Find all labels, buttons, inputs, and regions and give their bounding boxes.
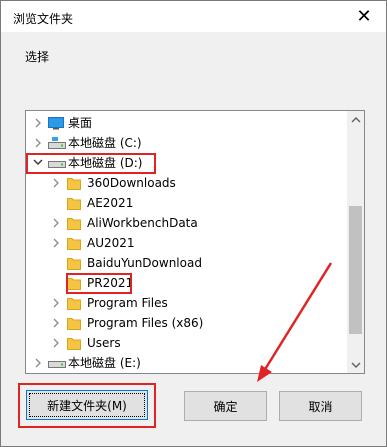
chevron-right-icon[interactable] (51, 217, 61, 229)
annotation-highlight-pr2021 (66, 273, 132, 294)
folder-tree[interactable]: 桌面 本地磁盘 (C:) 本地磁盘 (D:) 360Downloads AE20… (25, 110, 365, 374)
annotation-highlight-drive-d (26, 153, 156, 174)
tree-item-label: Program Files (x86) (87, 316, 204, 330)
tree-item-label: BaiduYunDownload (87, 256, 202, 270)
tree-item-label: 360Downloads (87, 176, 176, 190)
scrollbar-thumb[interactable] (349, 206, 362, 334)
browse-folder-dialog: 浏览文件夹 ✕ 选择 桌面 本地磁盘 (C:) 本地磁盘 (D:) 360Dow… (0, 0, 387, 447)
chevron-right-icon[interactable] (33, 117, 43, 129)
chevron-right-icon[interactable] (51, 337, 61, 349)
chevron-right-icon[interactable] (33, 137, 43, 149)
drive-icon (48, 356, 66, 373)
chevron-right-icon[interactable] (51, 297, 61, 309)
tree-item-label: Users (87, 336, 121, 350)
chevron-right-icon[interactable] (51, 317, 61, 329)
tree-item-label: Program Files (87, 296, 168, 310)
ok-label: 确定 (213, 399, 238, 414)
ok-button[interactable]: 确定 (184, 391, 267, 421)
tree-item-folder[interactable]: AliWorkbenchData (26, 213, 346, 233)
tree-item-drive-e[interactable]: 本地磁盘 (E:) (26, 353, 346, 373)
chevron-right-icon[interactable] (51, 177, 61, 189)
folder-icon (67, 316, 81, 333)
folder-icon (67, 176, 81, 193)
scroll-up-arrow-icon[interactable] (347, 111, 364, 128)
cancel-button[interactable]: 取消 (279, 391, 362, 421)
tree-item-folder[interactable]: AE2021 (26, 193, 346, 213)
chevron-right-icon[interactable] (51, 237, 61, 249)
title-bar: 浏览文件夹 ✕ (1, 1, 386, 32)
tree-item-drive-c[interactable]: 本地磁盘 (C:) (26, 133, 346, 153)
close-icon: ✕ (356, 6, 372, 27)
tree-item-folder[interactable]: Program Files (26, 293, 346, 313)
tree-item-folder[interactable]: BaiduYunDownload (26, 253, 346, 273)
tree-item-label: 本地磁盘 (C:) (68, 136, 142, 150)
window-title: 浏览文件夹 (13, 12, 74, 26)
folder-icon (67, 256, 81, 273)
tree-item-label: AE2021 (87, 196, 134, 210)
folder-icon (67, 336, 81, 353)
folder-icon (67, 216, 81, 233)
close-button[interactable]: ✕ (342, 1, 386, 32)
tree-item-label: 本地磁盘 (E:) (68, 356, 141, 370)
folder-icon (67, 236, 81, 253)
folder-icon (67, 296, 81, 313)
cancel-label: 取消 (308, 399, 333, 414)
vertical-scrollbar[interactable] (347, 111, 364, 373)
annotation-highlight-new-folder (18, 383, 156, 428)
drive-icon (48, 136, 66, 153)
scroll-down-arrow-icon[interactable] (347, 356, 364, 373)
tree-item-label: 桌面 (68, 116, 93, 130)
tree-item-label: AU2021 (87, 236, 135, 250)
tree-item-folder[interactable]: 360Downloads (26, 173, 346, 193)
desktop-icon (48, 116, 64, 133)
tree-item-desktop[interactable]: 桌面 (26, 113, 346, 133)
tree-item-label: AliWorkbenchData (87, 216, 198, 230)
tree-item-folder[interactable]: AU2021 (26, 233, 346, 253)
prompt-text: 选择 (25, 50, 50, 64)
tree-item-folder[interactable]: Program Files (x86) (26, 313, 346, 333)
tree-item-folder[interactable]: Users (26, 333, 346, 353)
folder-icon (67, 196, 81, 213)
chevron-right-icon[interactable] (33, 357, 43, 369)
